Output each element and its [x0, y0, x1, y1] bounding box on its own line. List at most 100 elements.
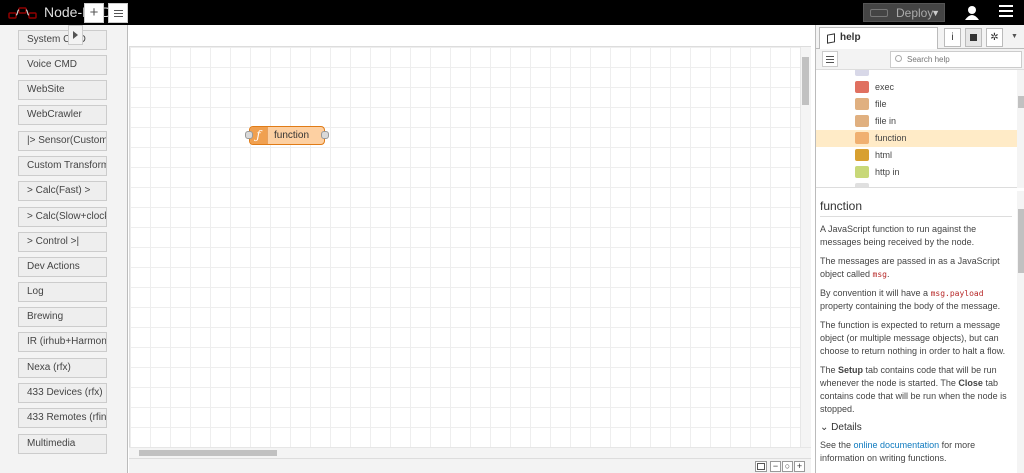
help-paragraph: The Setup tab contains code that will be… [820, 364, 1012, 416]
list-item[interactable]: exec [816, 79, 1018, 96]
map-icon [757, 463, 765, 470]
zoom-in-button[interactable]: + [794, 461, 805, 472]
palette-collapse-button[interactable] [68, 25, 83, 45]
tab-help[interactable]: help [819, 27, 938, 49]
palette-category[interactable]: 433 Devices (rfx) [18, 383, 107, 403]
help-scrollbar[interactable] [1017, 191, 1024, 473]
sidebar: help i ✲ ▼ exec file file in [815, 25, 1024, 473]
tab-help-label: help [840, 32, 861, 43]
scroll-thumb[interactable] [1018, 96, 1024, 108]
deploy-label: Deploy [896, 5, 934, 20]
help-paragraph: See the online documentation for more in… [820, 439, 1012, 465]
palette-category[interactable]: Dev Actions [18, 257, 107, 277]
help-paragraph: The messages are passed in as a JavaScri… [820, 255, 1012, 281]
list-item[interactable]: file [816, 96, 1018, 113]
details-toggle[interactable]: ⌄ Details [820, 422, 1012, 433]
workspace-canvas[interactable] [129, 47, 811, 458]
hamburger-line [999, 10, 1013, 12]
list-item[interactable]: http in [816, 164, 1018, 181]
palette-category[interactable]: Custom Transform's [18, 156, 107, 176]
palette-category[interactable]: Nexa (rfx) [18, 358, 107, 378]
deploy-button[interactable]: Deploy ▼ [863, 3, 945, 22]
zoom-out-button[interactable]: − [770, 461, 781, 472]
sidebar-tab-bar: help i ✲ ▼ [816, 25, 1024, 49]
workspace-horizontal-scrollbar[interactable] [129, 447, 811, 458]
info-tab-button[interactable]: i [944, 28, 961, 47]
palette-category[interactable]: > Control >| [18, 232, 107, 252]
list-item[interactable] [816, 70, 1018, 79]
navigator-button[interactable] [755, 461, 767, 472]
main-menu-button[interactable] [999, 5, 1013, 21]
node-list-scrollbar[interactable] [1017, 70, 1024, 188]
workspace-vertical-scrollbar[interactable] [800, 47, 811, 447]
function-icon [855, 132, 869, 144]
text: The [820, 365, 839, 375]
list-item-label: file in [875, 116, 897, 126]
add-flow-tab-button[interactable]: + [84, 3, 104, 23]
user-menu-button[interactable] [962, 4, 982, 22]
list-item[interactable]: html [816, 147, 1018, 164]
chevron-down-icon[interactable]: ▼ [931, 8, 940, 18]
node-output-port[interactable] [321, 131, 329, 139]
debug-tab-button[interactable]: ✲ [986, 28, 1003, 47]
palette-category[interactable]: |> Sensor(Custom) > [18, 131, 107, 151]
help-paragraph: A JavaScript function to run against the… [820, 224, 977, 247]
scroll-thumb[interactable] [139, 450, 277, 456]
node-input-port[interactable] [245, 131, 253, 139]
text: See the [820, 440, 854, 450]
flow-list-button[interactable] [108, 3, 128, 23]
text: Close [958, 378, 983, 388]
scroll-thumb[interactable] [1018, 209, 1024, 273]
header: Node-RED Deploy ▼ [0, 0, 1024, 25]
list-item-label: exec [875, 82, 895, 92]
node-red-logo-icon [8, 6, 37, 19]
text: property containing the body of the mess… [820, 301, 1001, 311]
list-icon-line [114, 13, 123, 14]
hamburger-line [999, 15, 1013, 17]
details-label: Details [831, 422, 862, 433]
palette-category[interactable]: Log [18, 282, 107, 302]
palette-category[interactable]: > Calc(Fast) > [18, 181, 107, 201]
palette-category[interactable]: 433 Remotes (rfin) [18, 408, 107, 428]
file-in-icon [855, 115, 869, 127]
list-item-selected[interactable]: function [816, 130, 1018, 147]
palette-category[interactable]: WebSite [18, 80, 107, 100]
list-item-label: html [875, 150, 893, 160]
help-node-list: exec file file in function html http in [816, 70, 1024, 188]
html-icon [855, 149, 869, 161]
list-icon-line [114, 16, 123, 17]
palette-category[interactable]: > Calc(Slow+clock) > [18, 207, 107, 227]
list-item[interactable] [816, 181, 1018, 187]
list-item[interactable]: file in [816, 113, 1018, 130]
toc-toggle-button[interactable] [822, 51, 838, 67]
chevron-down-icon[interactable]: ▼ [1011, 33, 1018, 40]
function-node[interactable]: ƒ function [249, 126, 325, 145]
node-icon [855, 70, 869, 76]
palette-category[interactable]: Brewing [18, 307, 107, 327]
gear-icon [855, 81, 869, 93]
palette-category[interactable]: WebCrawler [18, 105, 107, 125]
list-icon-line [826, 59, 834, 60]
list-item-label: http in [875, 167, 900, 177]
help-tab-button[interactable] [965, 28, 982, 47]
palette-category[interactable]: Voice CMD [18, 55, 107, 75]
online-documentation-link[interactable]: online documentation [854, 440, 940, 450]
text: By convention it will have a [820, 288, 931, 298]
scroll-thumb[interactable] [802, 57, 809, 105]
text: Setup [838, 365, 864, 375]
list-item-label: file [875, 99, 887, 109]
chevron-down-icon: ⌄ [820, 422, 832, 433]
list-icon [114, 10, 123, 11]
palette-category[interactable]: System CMD [18, 30, 107, 50]
help-search-input[interactable] [890, 51, 1022, 68]
deploy-icon [870, 9, 888, 17]
book-icon [970, 34, 977, 41]
file-icon [855, 98, 869, 110]
palette-category[interactable]: Multimedia [18, 434, 107, 454]
list-icon [826, 56, 834, 57]
workspace-footer: − ○ + [129, 458, 811, 473]
palette-category[interactable]: IR (irhub+Harmony) [18, 332, 107, 352]
zoom-reset-button[interactable]: ○ [782, 461, 793, 472]
caret-right-icon [73, 31, 78, 39]
code: msg.payload [930, 289, 984, 298]
